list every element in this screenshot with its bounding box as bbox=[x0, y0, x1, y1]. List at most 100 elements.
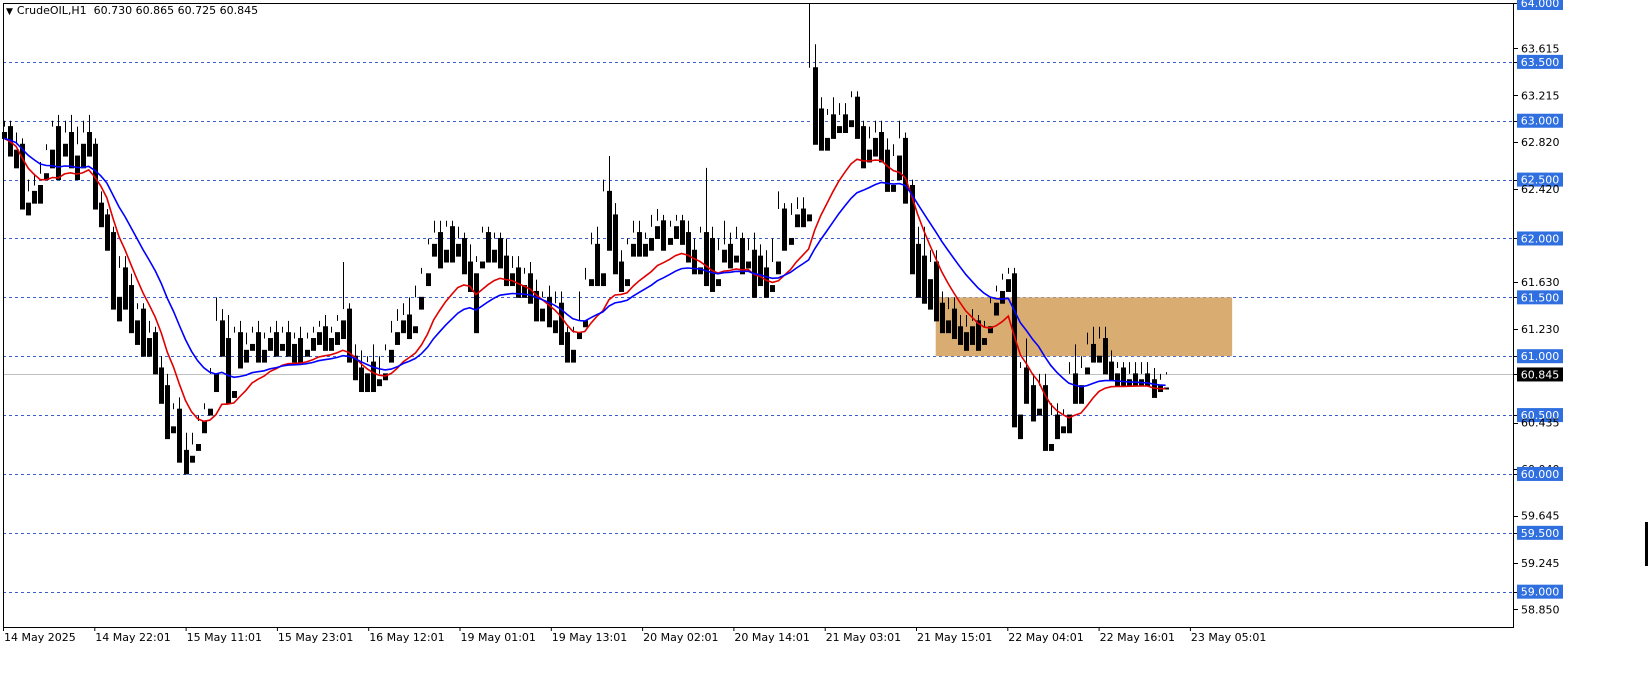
time-label: 19 May 01:01 bbox=[461, 631, 536, 644]
level-label: 61.500 bbox=[1521, 291, 1560, 304]
candle-bear bbox=[438, 232, 443, 269]
candle-bear bbox=[474, 273, 479, 334]
candle-bear bbox=[14, 149, 19, 169]
candle-bear bbox=[795, 214, 800, 228]
candle-bear bbox=[377, 379, 382, 387]
ohlc-values: 60.730 60.865 60.725 60.845 bbox=[93, 4, 259, 17]
candle-bear bbox=[129, 285, 134, 334]
candle-bear bbox=[879, 132, 884, 163]
price-label: 63.615 bbox=[1521, 42, 1560, 55]
candle-bear bbox=[56, 126, 61, 181]
candle-bear bbox=[232, 391, 237, 398]
candle-bear bbox=[970, 326, 975, 345]
candle-bear bbox=[456, 243, 461, 257]
candle-bear bbox=[81, 143, 86, 169]
candle-bear bbox=[504, 255, 509, 287]
candle-bear bbox=[141, 308, 146, 357]
candle-bear bbox=[553, 320, 558, 334]
candle-bear bbox=[305, 349, 310, 357]
candle-bear bbox=[311, 338, 316, 351]
candle-bear bbox=[480, 261, 485, 269]
candle-bear bbox=[722, 249, 727, 263]
candle-bear bbox=[1079, 385, 1084, 404]
candle-bear bbox=[789, 237, 794, 245]
candle-bear bbox=[994, 302, 999, 316]
candle-bear bbox=[1049, 444, 1054, 451]
price-label: 62.820 bbox=[1521, 136, 1560, 149]
current-price-label: 60.845 bbox=[1521, 368, 1560, 381]
candle-bear bbox=[843, 114, 848, 134]
candle-bear bbox=[38, 184, 43, 204]
candle-bear bbox=[716, 279, 721, 287]
candle-bear bbox=[782, 208, 787, 251]
candle-bear bbox=[577, 332, 582, 340]
candle-bear bbox=[837, 126, 842, 134]
candle-bear bbox=[123, 267, 128, 310]
candle-bear bbox=[1091, 343, 1096, 363]
price-levels bbox=[3, 3, 1514, 627]
candle-bear bbox=[214, 373, 219, 393]
candle-bear bbox=[916, 243, 921, 298]
candle-bear bbox=[680, 220, 685, 245]
candle-bear bbox=[341, 320, 346, 340]
candle-bear bbox=[649, 237, 654, 251]
time-label: 19 May 13:01 bbox=[552, 631, 627, 644]
candle-bear bbox=[208, 408, 213, 416]
candle-bear bbox=[1031, 385, 1036, 422]
candle-bear bbox=[758, 255, 763, 287]
candle-bear bbox=[462, 237, 467, 275]
candle-bear bbox=[286, 332, 291, 357]
candle-bear bbox=[1000, 290, 1005, 304]
symbol-header[interactable]: ▼ CrudeOIL,H1 60.730 60.865 60.725 60.845 bbox=[6, 4, 258, 17]
candle-bear bbox=[655, 226, 660, 239]
candle-bear bbox=[298, 338, 303, 363]
candle-bear bbox=[1109, 361, 1114, 381]
candle-bear bbox=[1085, 367, 1090, 375]
candle-bear bbox=[365, 373, 370, 393]
time-label: 21 May 15:01 bbox=[917, 631, 992, 644]
candle-bear bbox=[159, 367, 164, 404]
time-label: 22 May 04:01 bbox=[1008, 631, 1083, 644]
price-label: 59.245 bbox=[1521, 557, 1560, 570]
candle-bear bbox=[728, 243, 733, 269]
candle-bear bbox=[807, 214, 812, 222]
candle-bear bbox=[613, 214, 618, 275]
candle-bear bbox=[710, 237, 715, 292]
candle-bear bbox=[565, 332, 570, 363]
candle-bear bbox=[661, 220, 666, 251]
candle-bear bbox=[238, 332, 243, 369]
scale-marker bbox=[1645, 522, 1648, 566]
candle-bear bbox=[589, 279, 594, 287]
candle-bear bbox=[359, 367, 364, 393]
level-label: 62.000 bbox=[1521, 232, 1560, 245]
candle-bear bbox=[226, 338, 231, 404]
candle-bear bbox=[631, 243, 636, 257]
price-label: 61.230 bbox=[1521, 323, 1560, 336]
candle-bear bbox=[1103, 338, 1108, 375]
candle-bear bbox=[643, 243, 648, 257]
price-chart[interactable]: 64.00063.61563.50063.21563.00062.82062.5… bbox=[0, 0, 1651, 682]
candle-bear bbox=[619, 261, 624, 292]
candle-bear bbox=[323, 326, 328, 351]
candle-bear bbox=[801, 208, 806, 228]
candle-bear bbox=[317, 332, 322, 345]
candle-bear bbox=[571, 349, 576, 363]
triangle-down-icon[interactable]: ▼ bbox=[6, 7, 13, 17]
candle-bear bbox=[637, 232, 642, 257]
price-label: 62.420 bbox=[1521, 183, 1560, 196]
price-label: 60.435 bbox=[1521, 417, 1560, 430]
candle-bear bbox=[540, 308, 545, 322]
candle-bear bbox=[401, 320, 406, 334]
candle-bear bbox=[668, 237, 673, 245]
candle-bear bbox=[498, 237, 503, 269]
price-label: 61.630 bbox=[1521, 276, 1560, 289]
candle-bear bbox=[99, 202, 104, 228]
candle-bear bbox=[891, 184, 896, 192]
level-label: 64.000 bbox=[1521, 0, 1560, 10]
candle-bear bbox=[335, 332, 340, 345]
candle-bear bbox=[692, 249, 697, 275]
candle-bear bbox=[704, 232, 709, 287]
candle-bear bbox=[147, 338, 152, 357]
time-label: 20 May 14:01 bbox=[734, 631, 809, 644]
candle-bear bbox=[946, 320, 951, 334]
